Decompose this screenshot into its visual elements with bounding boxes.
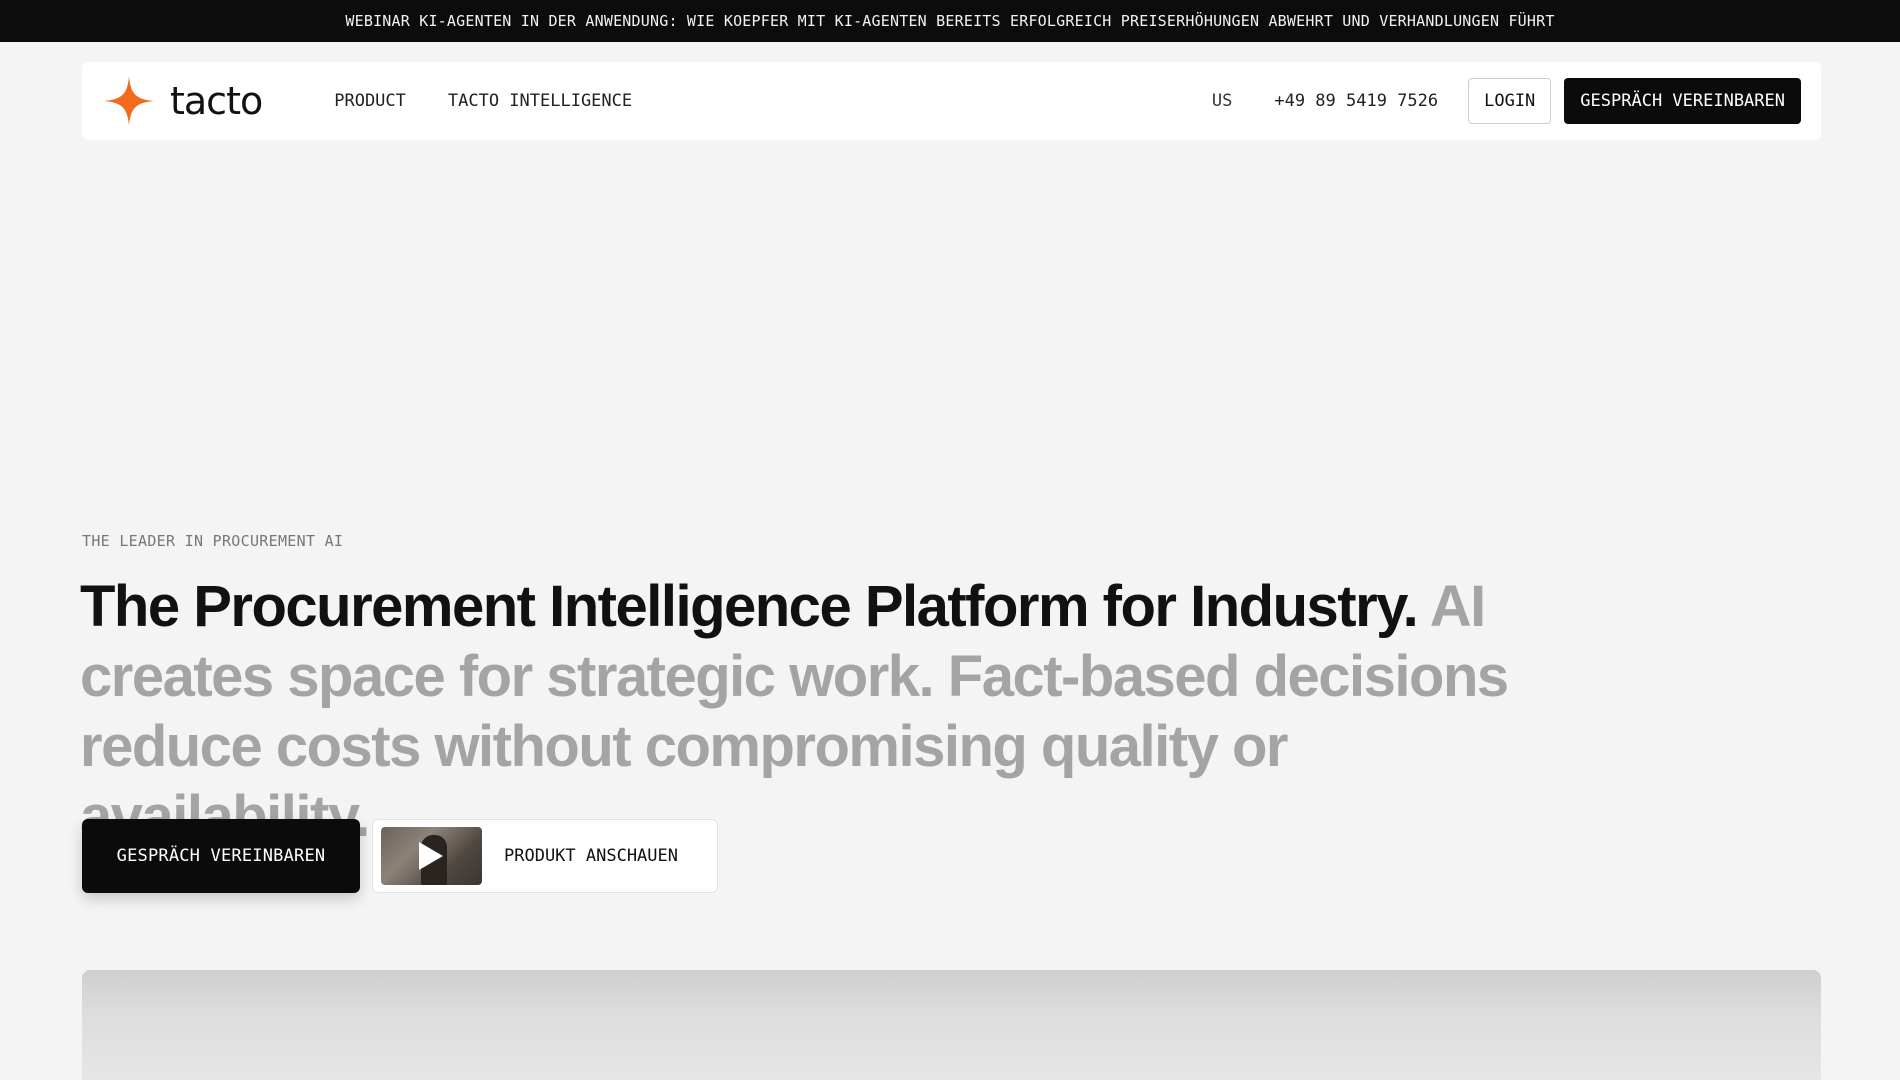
nav-link-tacto-intelligence[interactable]: TACTO INTELLIGENCE xyxy=(448,91,632,111)
nav-link-product[interactable]: PRODUCT xyxy=(334,91,406,111)
hero-eyebrow: THE LEADER IN PROCUREMENT AI xyxy=(82,532,344,550)
navbar: tacto PRODUCT TACTO INTELLIGENCE US +49 … xyxy=(82,62,1821,140)
headline-strong: The Procurement Intelligence Platform fo… xyxy=(80,574,1419,639)
logo[interactable]: tacto xyxy=(102,74,263,128)
four-point-star-icon xyxy=(104,76,154,126)
primary-cta-button[interactable]: GESPRÄCH VEREINBAREN xyxy=(82,819,360,893)
logo-text: tacto xyxy=(170,79,263,123)
watch-product-label: PRODUKT ANSCHAUEN xyxy=(504,846,678,866)
hero-headline: The Procurement Intelligence Platform fo… xyxy=(80,572,1580,852)
announcement-bar[interactable]: WEBINAR KI-AGENTEN IN DER ANWENDUNG: WIE… xyxy=(0,0,1900,42)
watch-product-button[interactable]: PRODUKT ANSCHAUEN xyxy=(372,819,718,893)
nav-cta-button[interactable]: GESPRÄCH VEREINBAREN xyxy=(1564,78,1801,124)
announcement-text[interactable]: WEBINAR KI-AGENTEN IN DER ANWENDUNG: WIE… xyxy=(345,12,1554,30)
hero-image xyxy=(82,970,1821,1080)
locale-switch[interactable]: US xyxy=(1212,91,1232,111)
phone-link[interactable]: +49 89 5419 7526 xyxy=(1274,91,1438,111)
video-thumbnail[interactable] xyxy=(381,827,482,885)
login-button[interactable]: LOGIN xyxy=(1468,78,1552,124)
play-icon xyxy=(419,842,443,870)
